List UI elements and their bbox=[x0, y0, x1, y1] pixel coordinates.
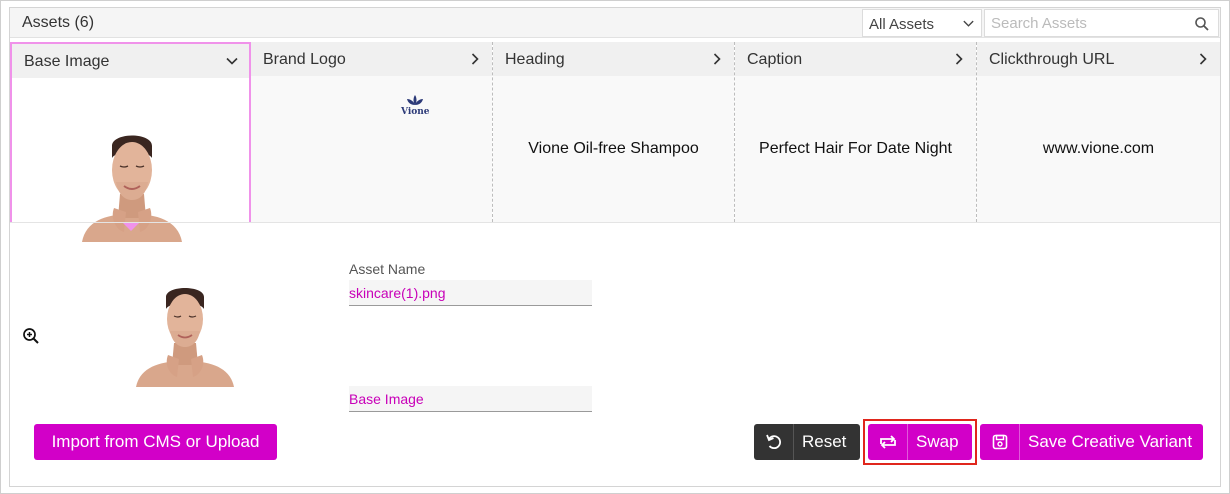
search-input[interactable] bbox=[985, 10, 1185, 36]
chevron-right-icon bbox=[955, 53, 963, 65]
tab-label: Base Image bbox=[24, 53, 110, 70]
tab-label: Heading bbox=[505, 51, 565, 68]
asset-filter-dropdown[interactable]: All Assets bbox=[862, 9, 982, 37]
swap-icon bbox=[868, 424, 908, 460]
save-creative-variant-label: Save Creative Variant bbox=[1028, 432, 1193, 451]
chevron-down-icon bbox=[226, 57, 238, 65]
brand-logo: Vione bbox=[401, 94, 430, 117]
tab-label: Clickthrough URL bbox=[989, 51, 1115, 68]
url-preview: www.vione.com bbox=[1042, 140, 1155, 157]
tab-clickthrough-url[interactable]: Clickthrough URL www.vione.com bbox=[977, 42, 1220, 222]
save-creative-variant-button[interactable]: Save Creative Variant bbox=[980, 424, 1203, 460]
tab-caption[interactable]: Caption Perfect Hair For Date Night bbox=[735, 42, 977, 222]
asset-name-label: Asset Name bbox=[349, 261, 426, 277]
undo-icon bbox=[754, 424, 794, 460]
save-icon bbox=[980, 424, 1020, 460]
portrait-image bbox=[130, 283, 240, 387]
tab-body: www.vione.com bbox=[977, 76, 1220, 222]
assets-title: Assets (6) bbox=[22, 14, 95, 31]
caption-preview: Perfect Hair For Date Night bbox=[759, 140, 952, 157]
tab-body: Vione bbox=[251, 76, 492, 222]
asset-name-field[interactable]: skincare(1).png bbox=[349, 280, 592, 306]
search-box bbox=[984, 9, 1219, 37]
tab-body: Perfect Hair For Date Night bbox=[735, 76, 976, 222]
assets-header: Assets (6) All Assets bbox=[10, 8, 1220, 38]
tab-header[interactable]: Caption bbox=[735, 42, 976, 76]
tab-body bbox=[12, 78, 249, 242]
tab-heading[interactable]: Heading Vione Oil-free Shampoo bbox=[493, 42, 735, 222]
tab-header[interactable]: Heading bbox=[493, 42, 734, 76]
tab-body: Vione Oil-free Shampoo bbox=[493, 76, 734, 222]
chevron-down-icon bbox=[963, 20, 974, 27]
asset-type-field[interactable]: Base Image bbox=[349, 386, 592, 412]
swap-button[interactable]: Swap bbox=[868, 424, 972, 460]
zoom-in-icon[interactable] bbox=[22, 327, 40, 345]
import-upload-label: Import from CMS or Upload bbox=[51, 432, 260, 451]
asset-filter-value: All Assets bbox=[869, 16, 935, 33]
reset-label: Reset bbox=[802, 432, 847, 451]
chevron-right-icon bbox=[713, 53, 721, 65]
brand-logo-wordmark: Vione bbox=[401, 107, 430, 117]
lotus-icon bbox=[407, 95, 424, 105]
tab-header[interactable]: Clickthrough URL bbox=[977, 42, 1220, 76]
tab-brand-logo[interactable]: Brand Logo Vione bbox=[251, 42, 493, 222]
tab-base-image[interactable]: Base Image bbox=[10, 42, 251, 242]
tab-label: Caption bbox=[747, 51, 803, 68]
import-upload-button[interactable]: Import from CMS or Upload bbox=[34, 424, 277, 460]
asset-tabs: Base Image Brand Logo Vione Heading Vion… bbox=[10, 42, 1220, 242]
tab-header[interactable]: Brand Logo bbox=[251, 42, 492, 76]
search-icon[interactable] bbox=[1194, 16, 1210, 32]
chevron-right-icon bbox=[1199, 53, 1207, 65]
asset-preview-image bbox=[130, 283, 240, 387]
asset-detail-editor: Asset Name skincare(1).png Base Image Im… bbox=[10, 222, 1220, 486]
swap-label: Swap bbox=[916, 432, 959, 451]
app-frame: Assets (6) All Assets Base Image bbox=[0, 0, 1230, 494]
heading-preview: Vione Oil-free Shampoo bbox=[528, 140, 699, 157]
tab-label: Brand Logo bbox=[263, 51, 346, 68]
reset-button[interactable]: Reset bbox=[754, 424, 860, 460]
tab-header[interactable]: Base Image bbox=[12, 44, 249, 78]
chevron-right-icon bbox=[471, 53, 479, 65]
assets-panel: Assets (6) All Assets Base Image bbox=[9, 7, 1221, 487]
